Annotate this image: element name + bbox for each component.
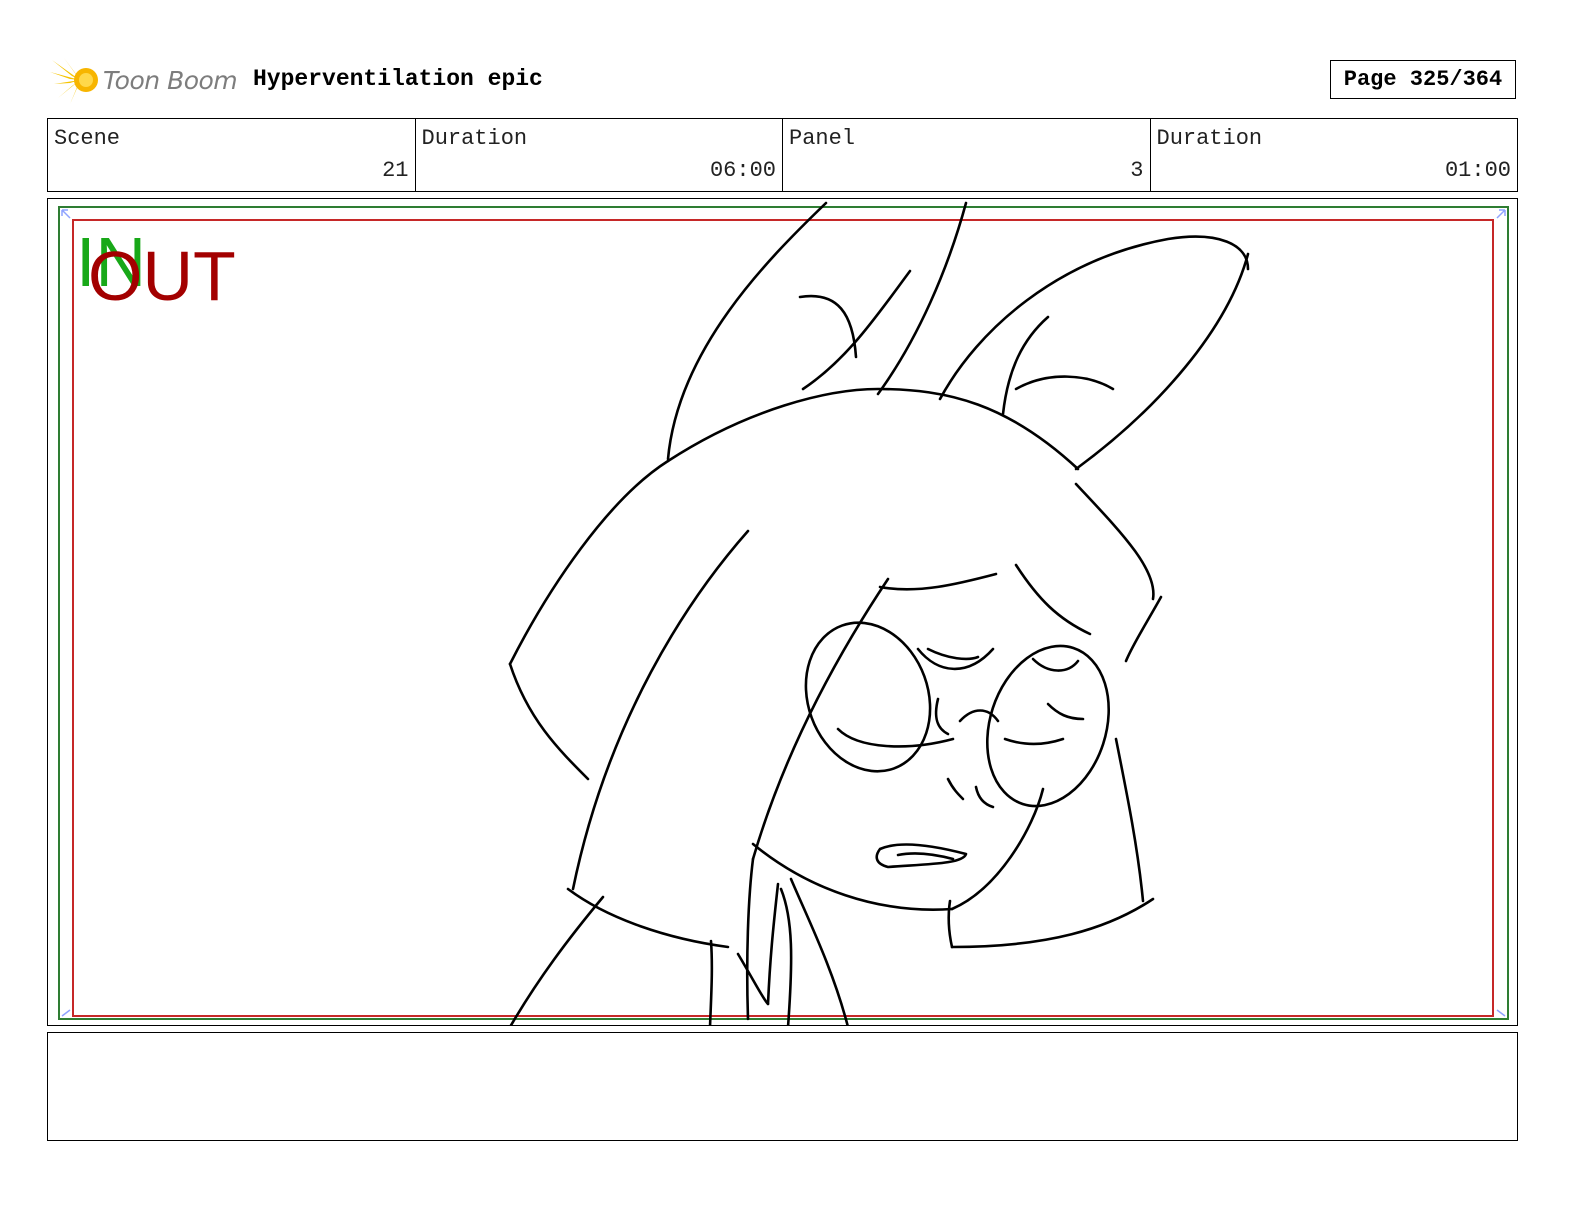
scene-info-table: Scene 21 Duration 06:00 Panel 3 Duration… [47,118,1518,192]
character-sketch [508,201,1250,1025]
panel-cell: Panel 3 [783,119,1151,191]
scene-label: Scene [54,126,121,151]
sunburst-icon [50,58,98,104]
storyboard-panel: IN OUT [47,198,1518,1026]
out-marker: OUT [88,237,236,315]
panel-artwork [58,201,1509,1025]
scene-cell: Scene 21 [48,119,416,191]
project-title: Hyperventilation epic [253,66,543,92]
scene-duration-label: Duration [421,126,528,151]
scene-duration-value: 06:00 [709,158,776,183]
panel-duration-label: Duration [1156,126,1263,151]
scene-duration-cell: Duration 06:00 [416,119,783,191]
logo-wordmark: Toon Boom [103,66,238,95]
scene-value: 21 [382,158,409,183]
panel-duration-value: 01:00 [1444,158,1511,183]
panel-label: Panel [789,126,856,151]
panel-duration-cell: Duration 01:00 [1151,119,1518,191]
panel-notes-box[interactable] [47,1032,1518,1141]
page-indicator: Page 325/364 [1330,60,1516,99]
panel-value: 3 [1130,158,1144,183]
toon-boom-logo: Toon Boom [50,54,250,108]
